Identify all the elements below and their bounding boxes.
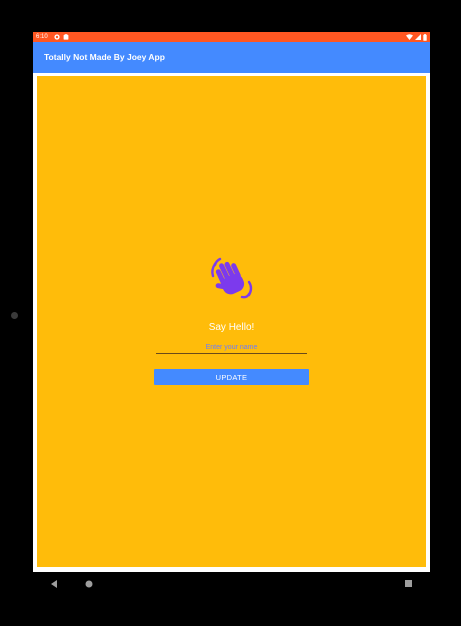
name-input[interactable] xyxy=(156,341,307,354)
storage-icon xyxy=(63,34,69,40)
signal-icon xyxy=(415,34,421,40)
wifi-icon xyxy=(406,34,413,40)
navigation-bar xyxy=(0,572,461,598)
app-title: Totally Not Made By Joey App xyxy=(44,52,165,62)
update-button[interactable]: UPDATE xyxy=(154,369,309,385)
status-time: 6:10 xyxy=(36,34,48,40)
app-bar: Totally Not Made By Joey App xyxy=(33,42,430,73)
device-screen: 6:10 Totally Not Made By Joey App Say He… xyxy=(33,32,430,572)
recents-icon[interactable] xyxy=(405,580,412,587)
notification-icon xyxy=(54,34,60,40)
home-icon[interactable] xyxy=(85,580,93,588)
waving-hand-icon xyxy=(211,257,253,299)
main-content: Say Hello! UPDATE xyxy=(37,76,426,567)
battery-icon xyxy=(423,33,427,41)
status-bar: 6:10 xyxy=(33,32,430,42)
greeting-text: Say Hello! xyxy=(208,322,255,333)
camera-dot xyxy=(11,312,18,319)
back-icon[interactable] xyxy=(51,580,58,588)
